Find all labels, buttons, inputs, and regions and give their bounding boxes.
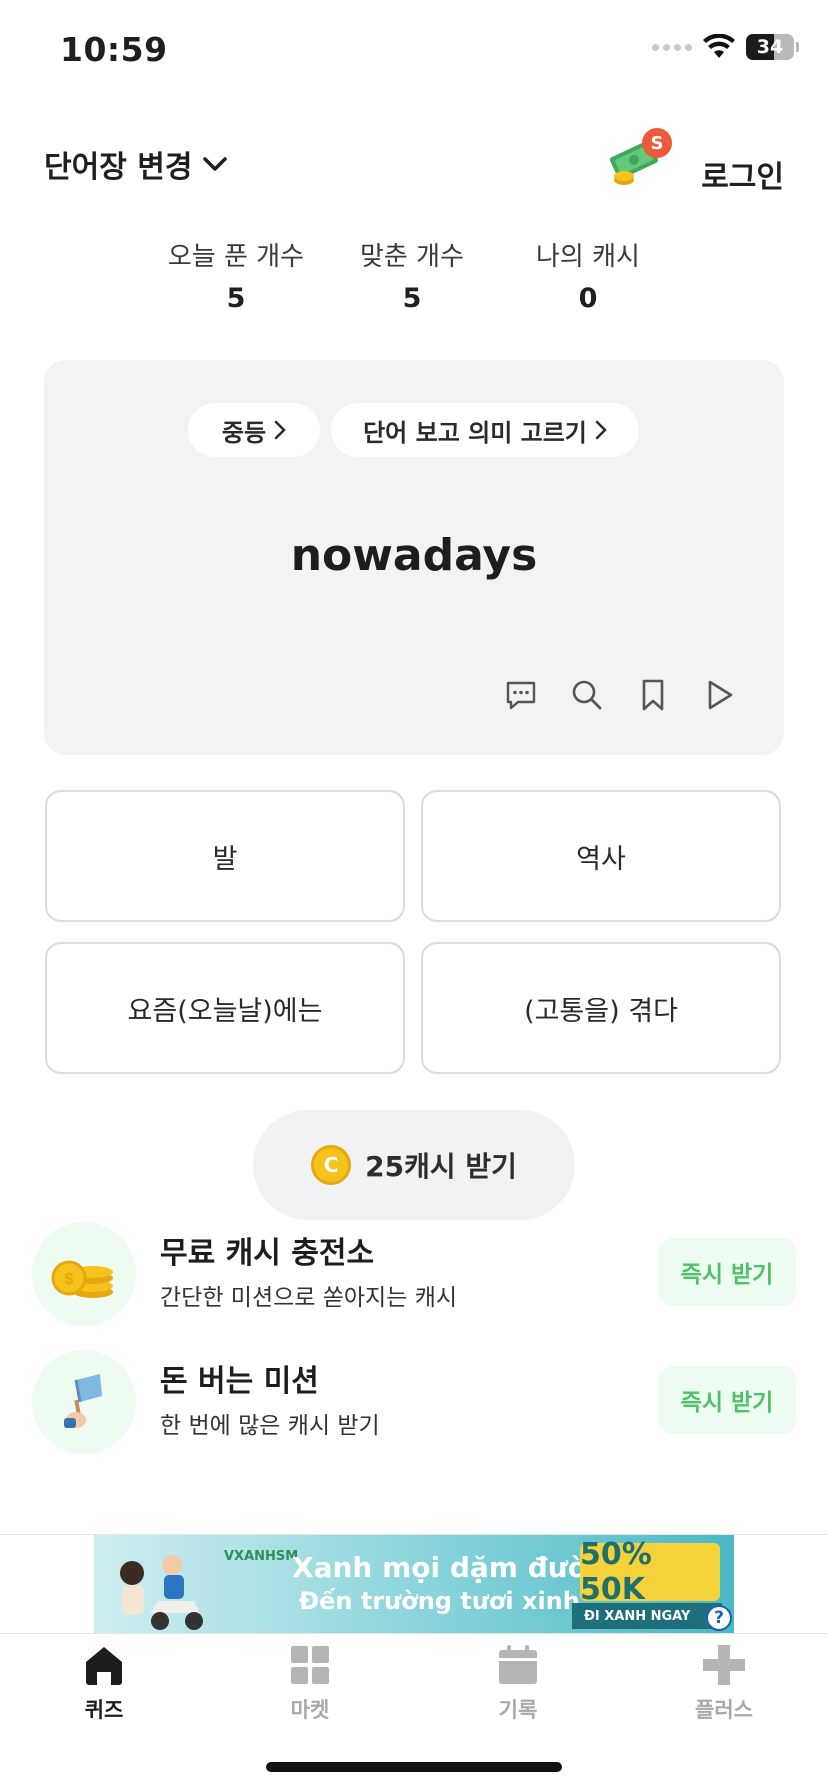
tab-quiz[interactable]: 퀴즈	[44, 1644, 164, 1724]
cellular-signal-icon	[652, 43, 692, 51]
tab-plus[interactable]: 플러스	[664, 1644, 784, 1724]
ad-subheadline: Đến trường tươi xinh	[299, 1587, 580, 1615]
top-bar: 단어장 변경 S 로그인	[44, 128, 784, 200]
chevron-right-icon	[595, 420, 607, 440]
status-icons: 34	[652, 34, 799, 60]
get-cash-label: 25캐시 받기	[365, 1150, 517, 1183]
tab-label: 마켓	[290, 1698, 330, 1722]
plus-icon	[703, 1645, 745, 1685]
home-indicator	[266, 1762, 562, 1772]
stat-my-cash: 나의 캐시 0	[488, 236, 688, 314]
promo-subtitle: 간단한 미션으로 쏟아지는 캐시	[160, 1285, 458, 1311]
ad-banner[interactable]: VXANHSM Xanh mọi dặm đường Đến trường tư…	[94, 1535, 734, 1633]
stat-value: 5	[402, 283, 422, 314]
ad-brand: VXANHSM	[224, 1549, 299, 1564]
bookmark-icon[interactable]	[636, 678, 670, 712]
tab-label: 기록	[498, 1698, 538, 1722]
instant-get-button[interactable]: 즉시 받기	[658, 1366, 796, 1434]
mode-chip[interactable]: 단어 보고 의미 고르기	[331, 403, 639, 457]
stat-correct: 맞춘 개수 5	[312, 236, 512, 314]
grid-icon	[291, 1646, 329, 1684]
notification-badge: S	[642, 128, 672, 158]
tab-label: 플러스	[695, 1698, 753, 1722]
scooter-riders-illustration	[120, 1555, 203, 1630]
instant-get-button[interactable]: 즉시 받기	[658, 1238, 796, 1306]
stat-label: 오늘 푼 개수	[167, 242, 305, 272]
change-wordbook-button[interactable]: 단어장 변경	[44, 142, 228, 186]
ad-container: VXANHSM Xanh mọi dặm đường Đến trường tư…	[0, 1534, 828, 1634]
tab-history[interactable]: 기록	[458, 1644, 578, 1724]
ad-cta[interactable]: ĐI XANH NGAY	[572, 1603, 722, 1629]
answer-option[interactable]: 발	[45, 790, 405, 922]
stat-solved-today: 오늘 푼 개수 5	[136, 236, 336, 314]
coin-icon: C	[311, 1145, 352, 1185]
battery-level: 34	[756, 36, 784, 58]
answer-option[interactable]: (고통을) 겪다	[421, 942, 781, 1074]
play-icon[interactable]	[702, 678, 736, 712]
stat-value: 0	[578, 283, 598, 314]
promo-title: 돈 버는 미션	[160, 1364, 319, 1399]
stats-row: 오늘 푼 개수 5 맞춘 개수 5 나의 캐시 0	[0, 236, 828, 316]
calendar-icon	[499, 1645, 537, 1684]
stat-value: 5	[226, 283, 246, 314]
quiz-word: nowadays	[290, 530, 538, 581]
svg-text:$: $	[65, 1271, 74, 1288]
answer-option[interactable]: 요즘(오늘날)에는	[45, 942, 405, 1074]
login-button[interactable]: 로그인	[701, 152, 784, 196]
stat-label: 나의 캐시	[536, 242, 640, 272]
quiz-card: 중등 단어 보고 의미 고르기 nowadays	[44, 360, 784, 755]
level-chip[interactable]: 중등	[188, 403, 320, 457]
home-icon	[86, 1647, 122, 1685]
tab-market[interactable]: 마켓	[250, 1644, 370, 1724]
mode-chip-label: 단어 보고 의미 고르기	[363, 418, 587, 447]
ad-headline: Xanh mọi dặm đường	[292, 1551, 627, 1584]
promo-free-cash[interactable]: $ 무료 캐시 충전소 간단한 미션으로 쏟아지는 캐시 즉시 받기	[32, 1218, 796, 1328]
tab-label: 퀴즈	[84, 1698, 124, 1722]
change-wordbook-label: 단어장 변경	[44, 150, 193, 185]
flag-hand-icon	[32, 1350, 136, 1454]
answer-option[interactable]: 역사	[421, 790, 781, 922]
bottom-tab-bar: 퀴즈 마켓 기록 플러스	[0, 1636, 828, 1736]
coins-icon: $	[32, 1222, 136, 1326]
comment-icon[interactable]	[504, 678, 538, 712]
promo-subtitle: 한 번에 많은 캐시 받기	[160, 1413, 380, 1439]
level-chip-label: 중등	[221, 418, 267, 447]
search-icon[interactable]	[570, 678, 604, 712]
ad-offer: 50% 50K	[580, 1537, 720, 1607]
promo-money-mission[interactable]: 돈 버는 미션 한 번에 많은 캐시 받기 즉시 받기	[32, 1346, 796, 1456]
card-actions	[504, 678, 736, 712]
status-time: 10:59	[60, 30, 168, 69]
battery-icon: 34	[746, 34, 799, 60]
chevron-down-icon	[203, 157, 228, 171]
wifi-icon	[703, 34, 735, 58]
stat-label: 맞춘 개수	[360, 242, 464, 272]
get-cash-button[interactable]: C 25캐시 받기	[253, 1110, 575, 1220]
status-bar: 10:59 34	[0, 0, 828, 100]
chevron-right-icon	[274, 420, 286, 440]
promo-title: 무료 캐시 충전소	[160, 1236, 375, 1271]
ad-info-icon[interactable]: ?	[706, 1605, 732, 1631]
